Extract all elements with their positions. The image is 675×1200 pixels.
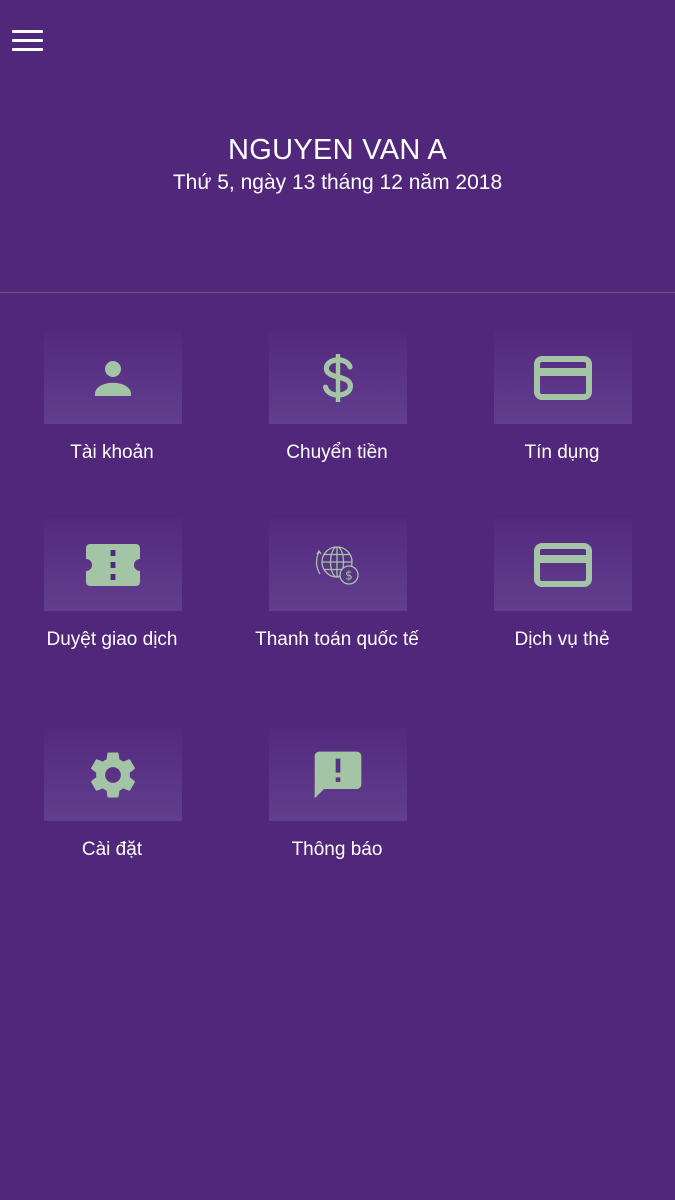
tile-card-services[interactable]: Dịch vụ thẻ <box>472 518 652 688</box>
svg-text:$: $ <box>345 568 353 582</box>
menu-icon[interactable] <box>12 28 44 54</box>
dollar-icon <box>269 331 407 424</box>
tile-icon-box <box>44 518 182 611</box>
tile-icon-box <box>44 728 182 821</box>
tile-account[interactable]: Tài khoản <box>22 331 202 501</box>
tile-label: Tài khoản <box>70 442 154 463</box>
gear-icon <box>44 728 182 821</box>
tile-label: Thông báo <box>291 839 383 860</box>
tile-icon-box <box>269 331 407 424</box>
alert-message-icon <box>269 728 407 821</box>
tile-label: Cài đặt <box>81 839 143 860</box>
tile-label: Dịch vụ thẻ <box>514 629 610 650</box>
tile-icon-box <box>269 728 407 821</box>
tile-icon-box: $ <box>269 518 407 611</box>
ticket-icon <box>44 518 182 611</box>
tile-approve-transaction[interactable]: Duyệt giao dịch <box>22 518 202 688</box>
tile-international-payment[interactable]: $ Thanh toán quốc tế <box>247 518 427 688</box>
tile-label: Thanh toán quốc tế <box>255 629 419 650</box>
tile-notifications[interactable]: Thông báo <box>247 728 427 898</box>
credit-card-icon <box>494 331 632 424</box>
header-divider <box>0 292 675 293</box>
globe-dollar-icon: $ <box>269 518 407 611</box>
credit-card-icon <box>494 518 632 611</box>
current-date: Thứ 5, ngày 13 tháng 12 năm 2018 <box>172 171 503 194</box>
user-name: NGUYEN VAN A <box>227 134 447 166</box>
tile-icon-box <box>494 518 632 611</box>
tile-icon-box <box>44 331 182 424</box>
tile-settings[interactable]: Cài đặt <box>22 728 202 898</box>
tile-label: Duyệt giao dịch <box>46 629 178 650</box>
tile-label: Tín dụng <box>524 442 600 463</box>
tile-transfer[interactable]: Chuyển tiền <box>247 331 427 501</box>
person-icon <box>44 331 182 424</box>
tile-icon-box <box>494 331 632 424</box>
tile-credit[interactable]: Tín dụng <box>472 331 652 501</box>
tile-label: Chuyển tiền <box>286 442 388 463</box>
